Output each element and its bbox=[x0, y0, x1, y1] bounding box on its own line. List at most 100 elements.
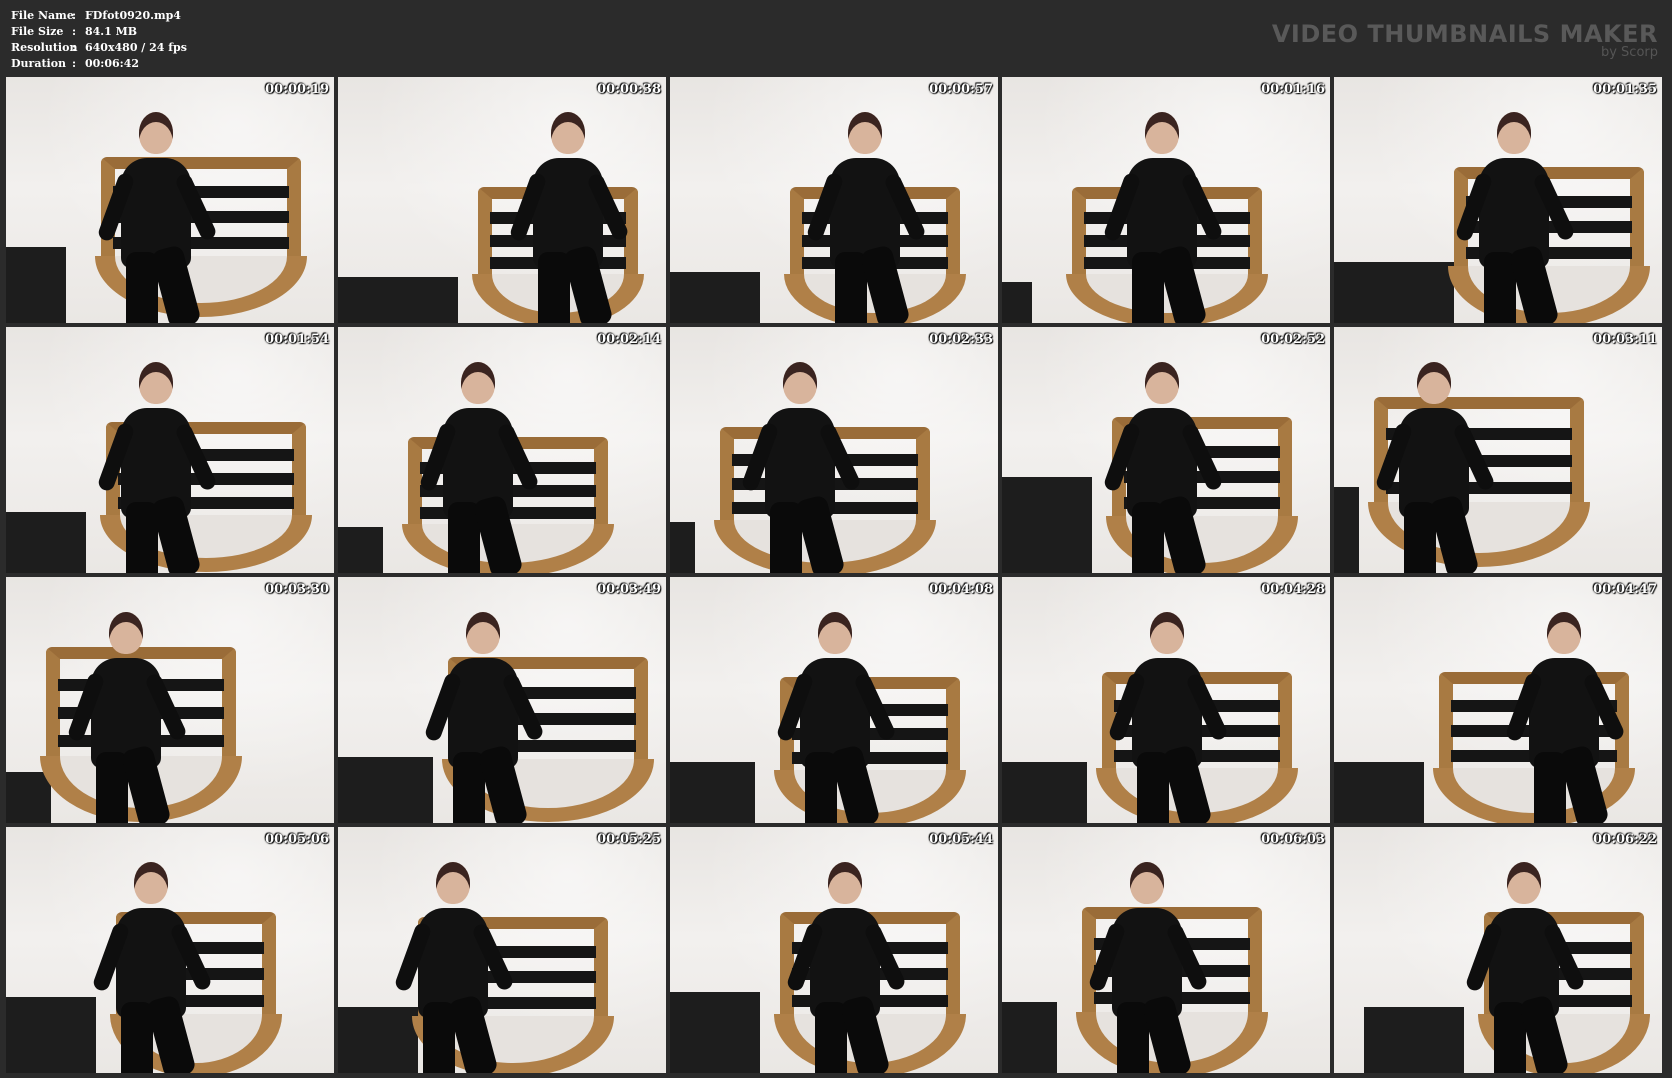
seated-figure bbox=[1464, 862, 1587, 1073]
timestamp-label: 00:00:57 bbox=[929, 82, 993, 97]
seated-figure bbox=[423, 612, 546, 823]
black-box bbox=[670, 272, 760, 323]
seated-figure bbox=[393, 862, 516, 1073]
thumbnail-frame: 00:05:06 bbox=[6, 827, 334, 1073]
thumbnail-frame: 00:06:22 bbox=[1334, 827, 1662, 1073]
black-box bbox=[338, 277, 458, 323]
separator: : bbox=[72, 25, 77, 38]
thumbnail-frame: 00:00:57 bbox=[670, 77, 998, 323]
seated-figure bbox=[66, 612, 189, 823]
figure-head bbox=[848, 112, 882, 154]
seated-figure bbox=[1374, 362, 1497, 573]
timestamp-label: 00:05:25 bbox=[597, 832, 661, 847]
file-size-value: 84.1 MB bbox=[85, 25, 138, 38]
timestamp-label: 00:01:54 bbox=[265, 332, 329, 347]
black-box bbox=[670, 992, 760, 1073]
thumbnail-frame: 00:03:30 bbox=[6, 577, 334, 823]
seated-figure bbox=[805, 112, 928, 323]
black-box bbox=[6, 512, 86, 573]
black-box bbox=[1334, 487, 1359, 573]
black-box bbox=[338, 1007, 418, 1073]
thumbnail-frame: 00:04:28 bbox=[1002, 577, 1330, 823]
figure-head bbox=[1497, 112, 1531, 154]
thumbnail-frame: 00:01:54 bbox=[6, 327, 334, 573]
duration-value: 00:06:42 bbox=[85, 57, 140, 70]
thumbnail-frame: 00:05:44 bbox=[670, 827, 998, 1073]
seated-figure bbox=[508, 112, 631, 323]
figure-head bbox=[1145, 112, 1179, 154]
figure-head bbox=[436, 862, 470, 904]
file-size-label: File Size bbox=[11, 25, 64, 38]
seated-figure bbox=[91, 862, 214, 1073]
timestamp-label: 00:01:35 bbox=[1593, 82, 1657, 97]
thumbnail-frame: 00:03:11 bbox=[1334, 327, 1662, 573]
duration-label: Duration bbox=[11, 57, 67, 70]
figure-head bbox=[1417, 362, 1451, 404]
figure-head bbox=[551, 112, 585, 154]
seated-figure bbox=[785, 862, 908, 1073]
timestamp-label: 00:03:30 bbox=[265, 582, 329, 597]
figure-head bbox=[1547, 612, 1581, 654]
seated-figure bbox=[1454, 112, 1577, 323]
timestamp-label: 00:04:08 bbox=[929, 582, 993, 597]
timestamp-label: 00:05:06 bbox=[265, 832, 329, 847]
seated-figure bbox=[1087, 862, 1210, 1073]
thumbnail-frame: 00:06:03 bbox=[1002, 827, 1330, 1073]
black-box bbox=[1002, 762, 1087, 823]
figure-head bbox=[134, 862, 168, 904]
thumbnail-frame: 00:01:35 bbox=[1334, 77, 1662, 323]
thumbnail-frame: 00:02:14 bbox=[338, 327, 666, 573]
seated-figure bbox=[418, 362, 541, 573]
timestamp-label: 00:00:19 bbox=[265, 82, 329, 97]
thumbnail-frame: 00:04:47 bbox=[1334, 577, 1662, 823]
thumbnail-frame: 00:03:49 bbox=[338, 577, 666, 823]
timestamp-label: 00:04:28 bbox=[1261, 582, 1325, 597]
brand-subtitle: by Scorp bbox=[1600, 45, 1658, 60]
black-box bbox=[670, 522, 695, 573]
figure-head bbox=[828, 862, 862, 904]
separator: : bbox=[72, 9, 77, 22]
brand-title: VIDEO THUMBNAILS MAKER bbox=[1271, 20, 1658, 48]
seated-figure bbox=[1107, 612, 1230, 823]
figure-head bbox=[139, 112, 173, 154]
seated-figure bbox=[96, 362, 219, 573]
figure-head bbox=[1130, 862, 1164, 904]
file-name-row: File Name : FDfot0920.mp4 bbox=[11, 8, 187, 24]
black-box bbox=[1364, 1007, 1464, 1073]
black-box bbox=[338, 527, 383, 573]
figure-head bbox=[139, 362, 173, 404]
black-box bbox=[1002, 282, 1032, 323]
separator: : bbox=[72, 41, 77, 54]
timestamp-label: 00:02:14 bbox=[597, 332, 661, 347]
black-box bbox=[1334, 762, 1424, 823]
figure-head bbox=[818, 612, 852, 654]
thumbnail-frame: 00:02:33 bbox=[670, 327, 998, 573]
seated-figure bbox=[96, 112, 219, 323]
resolution-label: Resolution bbox=[11, 41, 78, 54]
thumbnail-frame: 00:02:52 bbox=[1002, 327, 1330, 573]
seated-figure bbox=[1102, 362, 1225, 573]
figure-head bbox=[461, 362, 495, 404]
resolution-value: 640x480 / 24 fps bbox=[85, 41, 187, 54]
brand-watermark: VIDEO THUMBNAILS MAKER by Scorp bbox=[1272, 20, 1658, 60]
seated-figure bbox=[740, 362, 863, 573]
figure-head bbox=[109, 612, 143, 654]
figure-head bbox=[1507, 862, 1541, 904]
resolution-row: Resolution : 640x480 / 24 fps bbox=[11, 40, 187, 56]
thumbnail-frame: 00:05:25 bbox=[338, 827, 666, 1073]
timestamp-label: 00:02:52 bbox=[1261, 332, 1325, 347]
thumbnail-frame: 00:01:16 bbox=[1002, 77, 1330, 323]
black-box bbox=[670, 762, 755, 823]
thumbnail-frame: 00:00:38 bbox=[338, 77, 666, 323]
thumbnail-frame: 00:00:19 bbox=[6, 77, 334, 323]
thumbnail-grid: 00:00:19 00:00:38 00:00:57 00:01:16 00:01:35… bbox=[6, 77, 1662, 1073]
timestamp-label: 00:00:38 bbox=[597, 82, 661, 97]
timestamp-label: 00:03:49 bbox=[597, 582, 661, 597]
seated-figure bbox=[1102, 112, 1225, 323]
black-box bbox=[6, 772, 51, 823]
separator: : bbox=[72, 57, 77, 70]
timestamp-label: 00:05:44 bbox=[929, 832, 993, 847]
figure-head bbox=[783, 362, 817, 404]
black-box bbox=[6, 997, 96, 1073]
timestamp-label: 00:03:11 bbox=[1593, 332, 1657, 347]
